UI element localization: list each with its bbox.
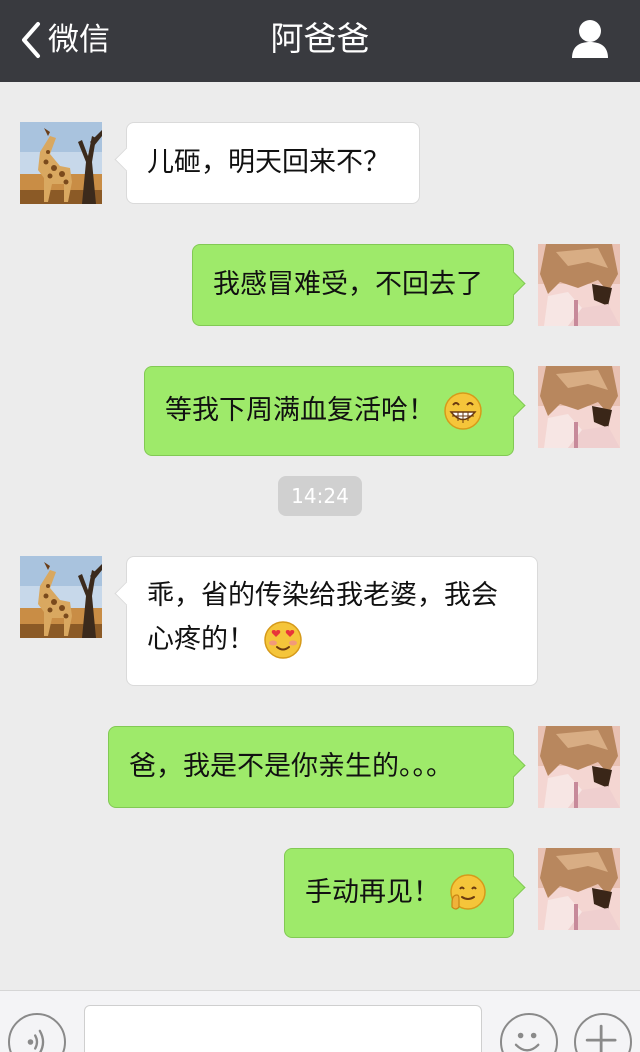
message-text: 我感冒难受，不回去了 [213, 269, 483, 300]
back-button[interactable]: 微信 [18, 18, 110, 62]
grin-emoji [443, 391, 483, 431]
message-bubble-incoming[interactable]: 乖，省的传染给我老婆，我会 心疼的！ [126, 556, 538, 686]
message-text: 等我下周满血复活哈！ [165, 395, 435, 426]
message-bubble-outgoing[interactable]: 等我下周满血复活哈！ [144, 366, 514, 456]
waving-emoji [448, 873, 488, 913]
me-avatar[interactable] [538, 726, 620, 808]
message-text-line: 心疼的！ [147, 624, 255, 655]
plus-icon [585, 1024, 617, 1052]
smiley-icon [514, 1032, 540, 1052]
person-icon [572, 20, 608, 58]
me-avatar[interactable] [538, 244, 620, 326]
more-button[interactable] [574, 1013, 632, 1052]
message-input[interactable] [84, 1005, 482, 1052]
message-bubble-outgoing[interactable]: 我感冒难受，不回去了 [192, 244, 514, 326]
chat-info-button[interactable] [570, 18, 610, 60]
timestamp: 14:24 [278, 476, 362, 516]
voice-icon [27, 1029, 45, 1052]
me-avatar[interactable] [538, 848, 620, 930]
message-bubble-incoming[interactable]: 儿砸，明天回来不？ [126, 122, 420, 204]
chat-screen: 微信 阿爸爸 儿砸，明天回来不？ 我感冒难受，不回去了 等我下周满血复活哈！ 1… [0, 0, 640, 1052]
father-avatar[interactable] [20, 556, 102, 638]
voice-button[interactable] [8, 1013, 66, 1052]
message-text: 爸，我是不是你亲生的。。。 [129, 751, 453, 782]
message-text: 儿砸，明天回来不？ [147, 147, 390, 178]
input-toolbar [0, 990, 640, 1052]
message-bubble-outgoing[interactable]: 爸，我是不是你亲生的。。。 [108, 726, 514, 808]
message-text: 手动再见！ [305, 877, 440, 908]
message-bubble-outgoing[interactable]: 手动再见！ [284, 848, 514, 938]
nav-bar: 微信 阿爸爸 [0, 0, 640, 82]
me-avatar[interactable] [538, 366, 620, 448]
back-label: 微信 [48, 22, 110, 58]
message-text-line: 乖，省的传染给我老婆，我会 [147, 580, 498, 611]
heart-eyes-emoji [263, 620, 303, 660]
emoji-button[interactable] [500, 1013, 558, 1052]
chevron-left-icon [22, 22, 40, 58]
father-avatar[interactable] [20, 122, 102, 204]
